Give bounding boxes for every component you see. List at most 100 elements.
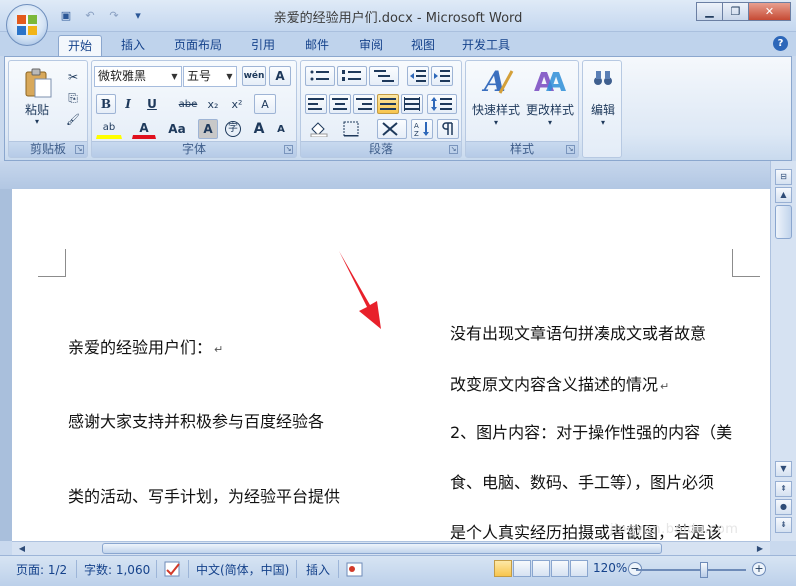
phonetic-guide-button[interactable]: wén — [242, 66, 266, 86]
scroll-left-icon[interactable]: ◀ — [14, 542, 30, 555]
restore-button[interactable]: ❐ — [722, 2, 749, 21]
tab-references[interactable]: 引用 — [242, 35, 284, 56]
tab-mailings[interactable]: 邮件 — [296, 35, 338, 56]
copy-icon[interactable]: ⎘ — [63, 88, 83, 108]
zoom-level[interactable]: 120% — [593, 561, 627, 575]
subscript-button[interactable]: x₂ — [202, 94, 224, 114]
quick-styles-button[interactable]: 快速样式 — [468, 101, 524, 118]
sort-button[interactable]: AZ — [411, 119, 433, 139]
draft-view-button[interactable] — [570, 560, 588, 577]
format-painter-icon[interactable]: 🖌 — [63, 109, 83, 129]
editing-button[interactable]: 编辑 — [583, 101, 623, 118]
chinese-layout-button[interactable] — [377, 119, 407, 139]
office-button[interactable] — [6, 4, 48, 46]
align-center-button[interactable] — [329, 94, 351, 114]
editing-dropdown-icon[interactable]: ▾ — [583, 118, 623, 127]
bullets-button[interactable] — [305, 66, 335, 86]
vertical-scrollbar[interactable]: ⊟ ▲ ▼ ⇞ ● ⇟ — [770, 161, 796, 541]
distributed-button[interactable] — [401, 94, 423, 114]
language-indicator[interactable]: 中文(简体，中国) — [196, 561, 289, 578]
full-screen-reading-view-button[interactable] — [513, 560, 531, 577]
change-case-button[interactable]: Aa — [164, 119, 190, 139]
enclose-chars-button[interactable]: 字 — [222, 119, 244, 139]
doc-line[interactable]: 改变原文内容含义描述的情况 ↵ — [450, 371, 669, 395]
show-marks-button[interactable] — [437, 119, 459, 139]
scroll-up-icon[interactable]: ▲ — [775, 187, 792, 203]
decrease-indent-button[interactable] — [407, 66, 429, 86]
font-size-dropdown-icon[interactable]: ▼ — [223, 67, 236, 86]
outline-view-button[interactable] — [551, 560, 569, 577]
clipboard-launcher-icon[interactable]: ↘ — [75, 145, 84, 154]
bold-button[interactable]: B — [96, 94, 116, 114]
quick-styles-dropdown-icon[interactable]: ▾ — [468, 118, 524, 127]
tab-home[interactable]: 开始 — [58, 35, 102, 56]
quick-styles-icon[interactable]: A — [480, 65, 516, 97]
font-name-dropdown-icon[interactable]: ▼ — [168, 67, 181, 86]
binoculars-icon[interactable] — [593, 69, 613, 87]
paragraph-launcher-icon[interactable]: ↘ — [449, 145, 458, 154]
macro-record-icon[interactable] — [346, 561, 364, 579]
proofing-icon[interactable] — [164, 561, 182, 579]
line-spacing-button[interactable] — [427, 94, 457, 114]
doc-line[interactable]: 感谢大家支持并积极参与百度经验各 — [68, 408, 324, 432]
tab-developer[interactable]: 开发工具 — [454, 35, 518, 56]
shading-button[interactable] — [305, 119, 335, 139]
web-layout-view-button[interactable] — [532, 560, 550, 577]
minimize-button[interactable]: ▁ — [696, 2, 723, 21]
cut-icon[interactable]: ✂ — [63, 67, 83, 87]
doc-line[interactable]: 亲爱的经验用户们： ↵ — [68, 334, 223, 358]
next-page-icon[interactable]: ⇟ — [775, 517, 792, 533]
align-left-button[interactable] — [305, 94, 327, 114]
change-styles-dropdown-icon[interactable]: ▾ — [522, 118, 578, 127]
char-shading-button[interactable]: A — [198, 119, 218, 139]
print-layout-view-button[interactable] — [494, 560, 512, 577]
tab-insert[interactable]: 插入 — [112, 35, 154, 56]
change-styles-button[interactable]: 更改样式 — [522, 101, 578, 118]
doc-line[interactable]: 没有出现文章语句拼凑成文或者故意 — [450, 320, 706, 344]
borders-button[interactable] — [339, 119, 369, 139]
tab-review[interactable]: 审阅 — [350, 35, 392, 56]
strikethrough-button[interactable]: abe — [176, 94, 200, 114]
superscript-button[interactable]: x² — [226, 94, 248, 114]
vertical-scroll-thumb[interactable] — [775, 205, 792, 239]
font-name-combo[interactable]: 微软雅黑 ▼ — [94, 66, 182, 87]
shrink-font-button[interactable]: A — [270, 119, 292, 139]
paste-dropdown-icon[interactable]: ▾ — [17, 117, 57, 126]
doc-line[interactable]: 食、电脑、数码、手工等），图片必须 — [450, 469, 714, 493]
align-right-button[interactable] — [353, 94, 375, 114]
font-launcher-icon[interactable]: ↘ — [284, 145, 293, 154]
zoom-slider[interactable] — [636, 569, 746, 571]
underline-button[interactable]: U — [140, 94, 164, 114]
font-size-combo[interactable]: 五号 ▼ — [183, 66, 237, 87]
highlight-color-button[interactable]: ab — [96, 119, 122, 139]
italic-button[interactable]: I — [118, 94, 138, 114]
ruler-toggle-icon[interactable]: ⊟ — [775, 169, 792, 185]
scroll-down-icon[interactable]: ▼ — [775, 461, 792, 477]
document-page[interactable]: 亲爱的经验用户们： ↵ 感谢大家支持并积极参与百度经验各 类的活动、写手计划，为经… — [12, 189, 770, 541]
increase-indent-button[interactable] — [431, 66, 453, 86]
browse-object-icon[interactable]: ● — [775, 499, 792, 515]
scroll-right-icon[interactable]: ▶ — [752, 542, 768, 555]
font-color-button[interactable]: A — [132, 119, 156, 139]
horizontal-scroll-thumb[interactable] — [102, 543, 662, 554]
zoom-slider-handle[interactable] — [700, 562, 708, 578]
multilevel-list-button[interactable] — [369, 66, 399, 86]
insert-mode[interactable]: 插入 — [306, 561, 330, 578]
char-border-button[interactable]: A — [269, 66, 291, 86]
numbering-button[interactable] — [337, 66, 367, 86]
justify-button[interactable] — [377, 94, 399, 114]
clear-formatting-button[interactable]: A — [254, 94, 276, 114]
zoom-in-icon[interactable]: + — [752, 562, 766, 576]
paste-icon[interactable] — [23, 67, 53, 99]
doc-line[interactable]: 类的活动、写手计划，为经验平台提供 — [68, 483, 340, 507]
close-button[interactable]: ✕ — [748, 2, 791, 21]
prev-page-icon[interactable]: ⇞ — [775, 481, 792, 497]
help-icon[interactable]: ? — [773, 36, 788, 51]
grow-font-button[interactable]: A — [248, 119, 270, 139]
tab-page-layout[interactable]: 页面布局 — [166, 35, 230, 56]
tab-view[interactable]: 视图 — [402, 35, 444, 56]
doc-line[interactable]: 2、图片内容：对于操作性强的内容（美 — [450, 419, 732, 443]
change-styles-icon[interactable]: A A — [532, 65, 568, 97]
paste-button[interactable]: 粘贴 — [17, 101, 57, 118]
styles-launcher-icon[interactable]: ↘ — [566, 145, 575, 154]
